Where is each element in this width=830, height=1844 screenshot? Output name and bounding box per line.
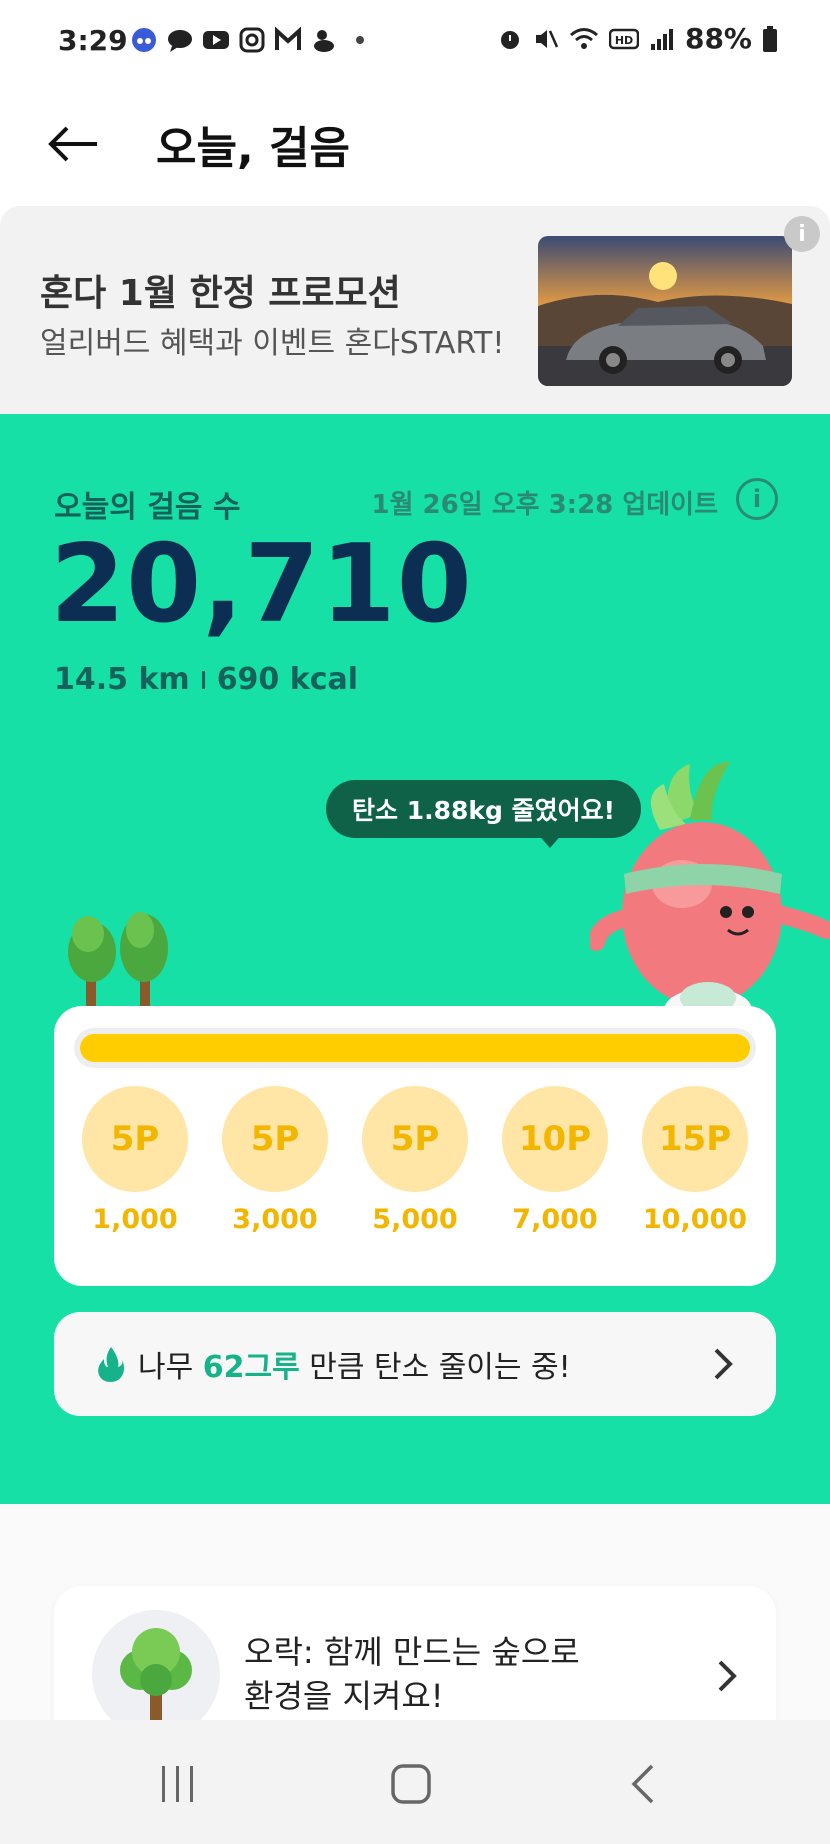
milestone-steps: 3,000 [232,1204,318,1235]
milestone-steps: 5,000 [372,1204,458,1235]
back-button[interactable] [44,114,104,174]
signal-icon [650,28,673,50]
milestone-points: 5P [222,1086,328,1192]
back-nav-button[interactable] [614,1754,674,1814]
milestone-points: 5P [82,1086,188,1192]
info-icon[interactable]: i [736,478,778,520]
milestone-item[interactable]: 10P 7,000 [492,1086,618,1235]
more-dot-icon [356,36,364,44]
milestone-points: 5P [362,1086,468,1192]
chevron-right-icon [714,1348,733,1380]
forest-line-2: 환경을 지켜요! [244,1677,444,1715]
chevron-right-icon [718,1660,737,1692]
ad-banner[interactable]: 혼다 1월 한정 프로모션 얼리버드 혜택과 이벤트 혼다START! i [0,206,830,414]
ad-subtitle: 얼리버드 혜택과 이벤트 혼다START! [40,326,505,361]
youtube-icon [203,31,229,49]
battery-icon [763,25,777,52]
milestones: 5P 1,000 5P 3,000 5P 5,000 10P 7,000 15P… [54,1086,776,1235]
car-sunset-illustration [538,236,792,386]
recent-apps-button[interactable] [148,1754,208,1814]
status-bar: 3:29 HD 88% [0,0,830,84]
notification-icons [130,26,374,54]
recent-apps-icon [162,1766,193,1802]
progress-track [74,1028,756,1068]
updated-time: 1월 26일 오후 3:28 업데이트 [371,490,718,520]
ad-info-icon[interactable]: i [784,216,820,252]
home-icon [391,1764,431,1804]
steps-section: 오늘의 걸음 수 1월 26일 오후 3:28 업데이트 i 20,710 14… [0,414,830,1504]
tree-carbon-text: 나무 62그루 만큼 탄소 줄이는 중! [138,1342,571,1386]
ad-car-image [538,236,792,386]
milestone-item[interactable]: 5P 3,000 [212,1086,338,1235]
fire-icon [98,1347,124,1382]
forest-tree-icon [92,1610,220,1738]
milestone-item[interactable]: 15P 10,000 [632,1086,758,1235]
distance-value: 14.5 km [54,662,190,697]
system-status: HD 88% [497,22,778,55]
instagram-icon [239,27,265,53]
ad-title: 혼다 1월 한정 프로모션 [40,273,401,314]
svg-text:HD: HD [615,34,633,47]
gmail-icon [275,26,301,50]
forest-line-1: 오락: 함께 만드는 숲으로 [244,1633,580,1671]
milestone-steps: 1,000 [92,1204,178,1235]
duck-icon [314,30,334,52]
milestone-points: 15P [642,1086,748,1192]
forest-card-text: 오락: 함께 만드는 숲으로 환경을 지켜요! [244,1630,580,1718]
milestone-item[interactable]: 5P 1,000 [72,1086,198,1235]
page-title: 오늘, 걸음 [156,123,350,174]
status-time: 3:29 [58,24,128,57]
hd-icon: HD [608,28,639,49]
system-nav-bar [0,1720,830,1844]
tree-icon [120,1628,192,1722]
battery-percent: 88% [684,22,752,55]
calories-value: 690 kcal [216,662,359,697]
chat-bubble-icon [168,30,192,52]
steps-label: 오늘의 걸음 수 [54,490,241,525]
mute-icon [535,29,559,48]
stats-divider [201,670,205,689]
app-avatar-icon [132,28,156,52]
alarm-icon [500,30,519,49]
milestone-steps: 10,000 [642,1204,748,1235]
steps-stats: 14.5 km 690 kcal [54,662,358,697]
milestone-item[interactable]: 5P 5,000 [352,1086,478,1235]
tree-carbon-row[interactable]: 나무 62그루 만큼 탄소 줄이는 중! [54,1312,776,1416]
milestone-steps: 7,000 [512,1204,598,1235]
back-chevron-icon [631,1764,654,1804]
milestone-points: 10P [502,1086,608,1192]
progress-fill [80,1034,750,1062]
bubble-tail [536,832,564,848]
tree-text-prefix: 나무 [138,1350,203,1385]
app-header: 오늘, 걸음 [0,84,830,204]
home-button[interactable] [381,1754,441,1814]
wifi-icon [570,27,598,49]
tree-count: 62그루 [202,1350,300,1385]
steps-count: 20,710 [50,522,473,647]
back-arrow-icon [48,126,97,162]
tree-text-suffix: 만큼 탄소 줄이는 중! [299,1350,571,1385]
progress-card: 5P 1,000 5P 3,000 5P 5,000 10P 7,000 15P… [54,1006,776,1286]
